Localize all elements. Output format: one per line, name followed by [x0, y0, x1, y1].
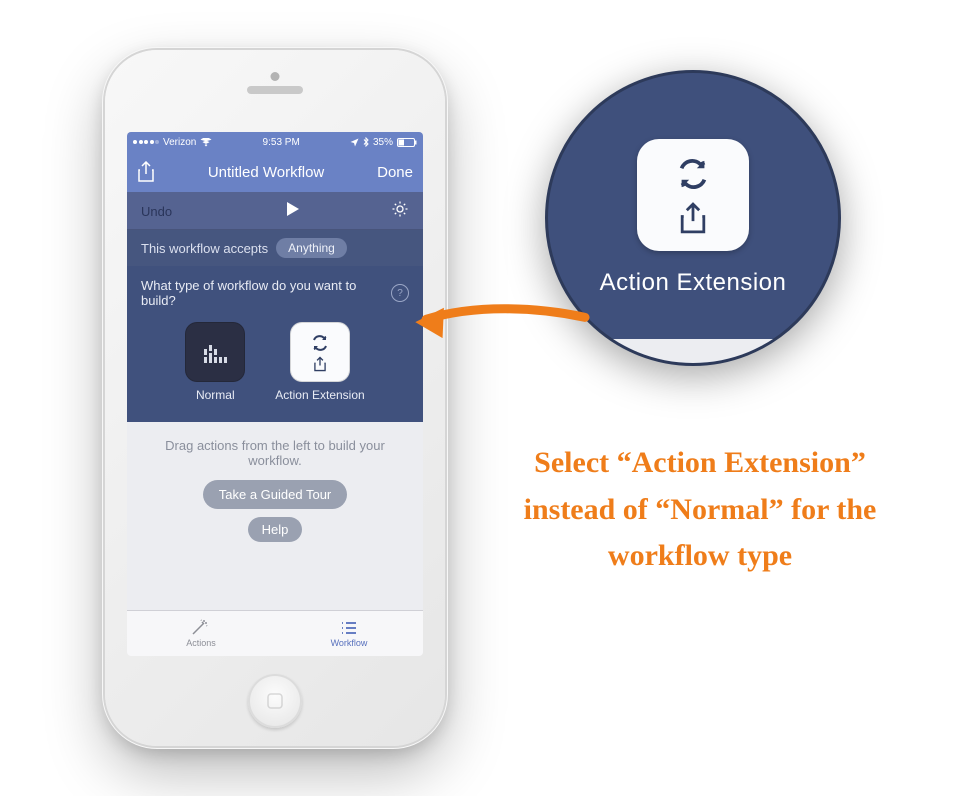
share-icon [312, 356, 328, 372]
nav-bar: Untitled Workflow Done [127, 152, 423, 192]
help-icon[interactable]: ? [391, 284, 409, 302]
bluetooth-icon [363, 137, 369, 147]
wand-icon [190, 619, 212, 637]
battery-percent: 35% [373, 137, 393, 148]
annotation-caption: Select “Action Extension” instead of “No… [510, 440, 890, 580]
signal-dots-icon [133, 140, 159, 144]
share-icon [678, 201, 708, 235]
carrier-label: Verizon [163, 137, 196, 148]
action-extension-label: Action Extension [275, 388, 364, 402]
nav-title: Untitled Workflow [208, 164, 324, 181]
play-button[interactable] [284, 201, 300, 222]
workflow-type-action-extension[interactable]: Action Extension [275, 322, 364, 402]
normal-label: Normal [196, 388, 235, 402]
status-bar: Verizon 9:53 PM 35% [127, 132, 423, 152]
guided-tour-button[interactable]: Take a Guided Tour [203, 480, 348, 509]
status-time: 9:53 PM [263, 137, 300, 148]
share-button[interactable] [137, 161, 155, 183]
workflow-type-normal[interactable]: Normal [185, 322, 245, 402]
sync-icon [674, 155, 712, 193]
workflow-type-panel: What type of workflow do you want to bui… [127, 266, 423, 422]
home-button[interactable] [248, 674, 302, 728]
tab-bar: Actions Workflow [127, 610, 423, 656]
zoom-bottom-strip [548, 339, 838, 363]
drag-hint-text: Drag actions from the left to build your… [147, 438, 403, 468]
normal-tile-icon [185, 322, 245, 382]
tab-actions-label: Actions [186, 638, 216, 648]
tab-workflow[interactable]: Workflow [275, 611, 423, 656]
zoom-tile [637, 139, 749, 251]
location-icon [350, 138, 359, 147]
iphone-frame: Verizon 9:53 PM 35% [105, 50, 445, 746]
accepts-row: This workflow accepts Anything [127, 230, 423, 266]
home-square-icon [266, 692, 284, 710]
wifi-icon [200, 138, 212, 147]
zoom-label: Action Extension [600, 269, 787, 297]
tab-actions[interactable]: Actions [127, 611, 275, 656]
settings-button[interactable] [391, 200, 409, 223]
control-row: Undo [127, 192, 423, 230]
accepts-label: This workflow accepts [141, 241, 268, 256]
phone-screen: Verizon 9:53 PM 35% [127, 132, 423, 656]
action-extension-tile-icon [290, 322, 350, 382]
done-button[interactable]: Done [377, 164, 413, 181]
help-button[interactable]: Help [248, 517, 303, 542]
list-icon [338, 619, 360, 637]
workflow-type-question: What type of workflow do you want to bui… [141, 278, 385, 308]
accepts-value-pill[interactable]: Anything [276, 238, 347, 258]
battery-icon [397, 138, 417, 147]
sync-icon [310, 333, 330, 353]
undo-button[interactable]: Undo [141, 204, 172, 219]
tab-workflow-label: Workflow [331, 638, 368, 648]
